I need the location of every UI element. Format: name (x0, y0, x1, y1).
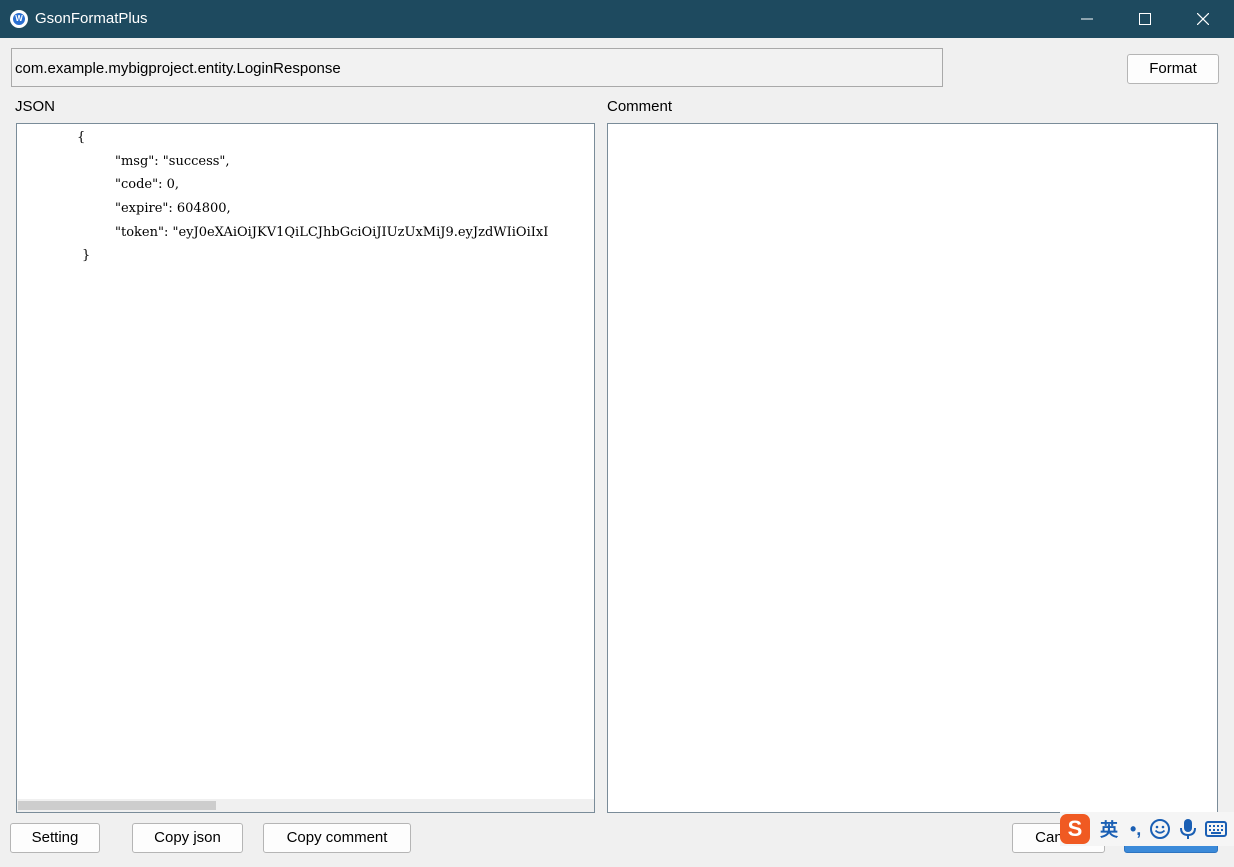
ime-language-toggle[interactable]: 英 (1100, 816, 1118, 842)
json-line: "expire": 604800, (115, 201, 231, 216)
close-button[interactable] (1174, 0, 1232, 38)
json-line: { (77, 130, 86, 145)
sogou-logo-icon[interactable]: S (1060, 814, 1090, 844)
minimize-button[interactable] (1058, 0, 1116, 38)
emoji-icon[interactable] (1149, 818, 1171, 840)
json-line: "code": 0, (115, 177, 179, 192)
window-title: GsonFormatPlus (35, 10, 148, 27)
json-editor[interactable]: { "msg": "success", "code": 0, "expire":… (16, 123, 595, 813)
minimize-icon (1081, 18, 1093, 20)
keyboard-icon[interactable] (1205, 820, 1228, 838)
format-button[interactable]: Format (1127, 54, 1219, 84)
app-logo-icon: W (10, 10, 28, 28)
ime-toolbar[interactable]: S 英 •, (1060, 812, 1234, 846)
comment-label: Comment (607, 98, 673, 115)
microphone-icon[interactable] (1179, 818, 1197, 840)
setting-button[interactable]: Setting (10, 823, 100, 853)
comment-editor[interactable] (607, 123, 1218, 813)
horizontal-scrollbar[interactable] (17, 799, 594, 812)
maximize-icon (1139, 13, 1151, 25)
json-line: } (82, 248, 91, 263)
json-line: "token": "eyJ0eXAiOiJKV1QiLCJhbGciOiJIUz… (115, 225, 549, 240)
copy-comment-button[interactable]: Copy comment (263, 823, 411, 853)
maximize-button[interactable] (1116, 0, 1174, 38)
close-icon (1197, 13, 1209, 25)
class-name-field[interactable]: com.example.mybigproject.entity.LoginRes… (11, 48, 943, 87)
copy-json-button[interactable]: Copy json (132, 823, 243, 853)
ime-punctuation-toggle[interactable]: •, (1130, 819, 1141, 840)
json-line: "msg": "success", (115, 154, 230, 169)
title-bar: W GsonFormatPlus (0, 0, 1234, 38)
json-label: JSON (15, 98, 56, 115)
scrollbar-thumb[interactable] (18, 801, 216, 810)
